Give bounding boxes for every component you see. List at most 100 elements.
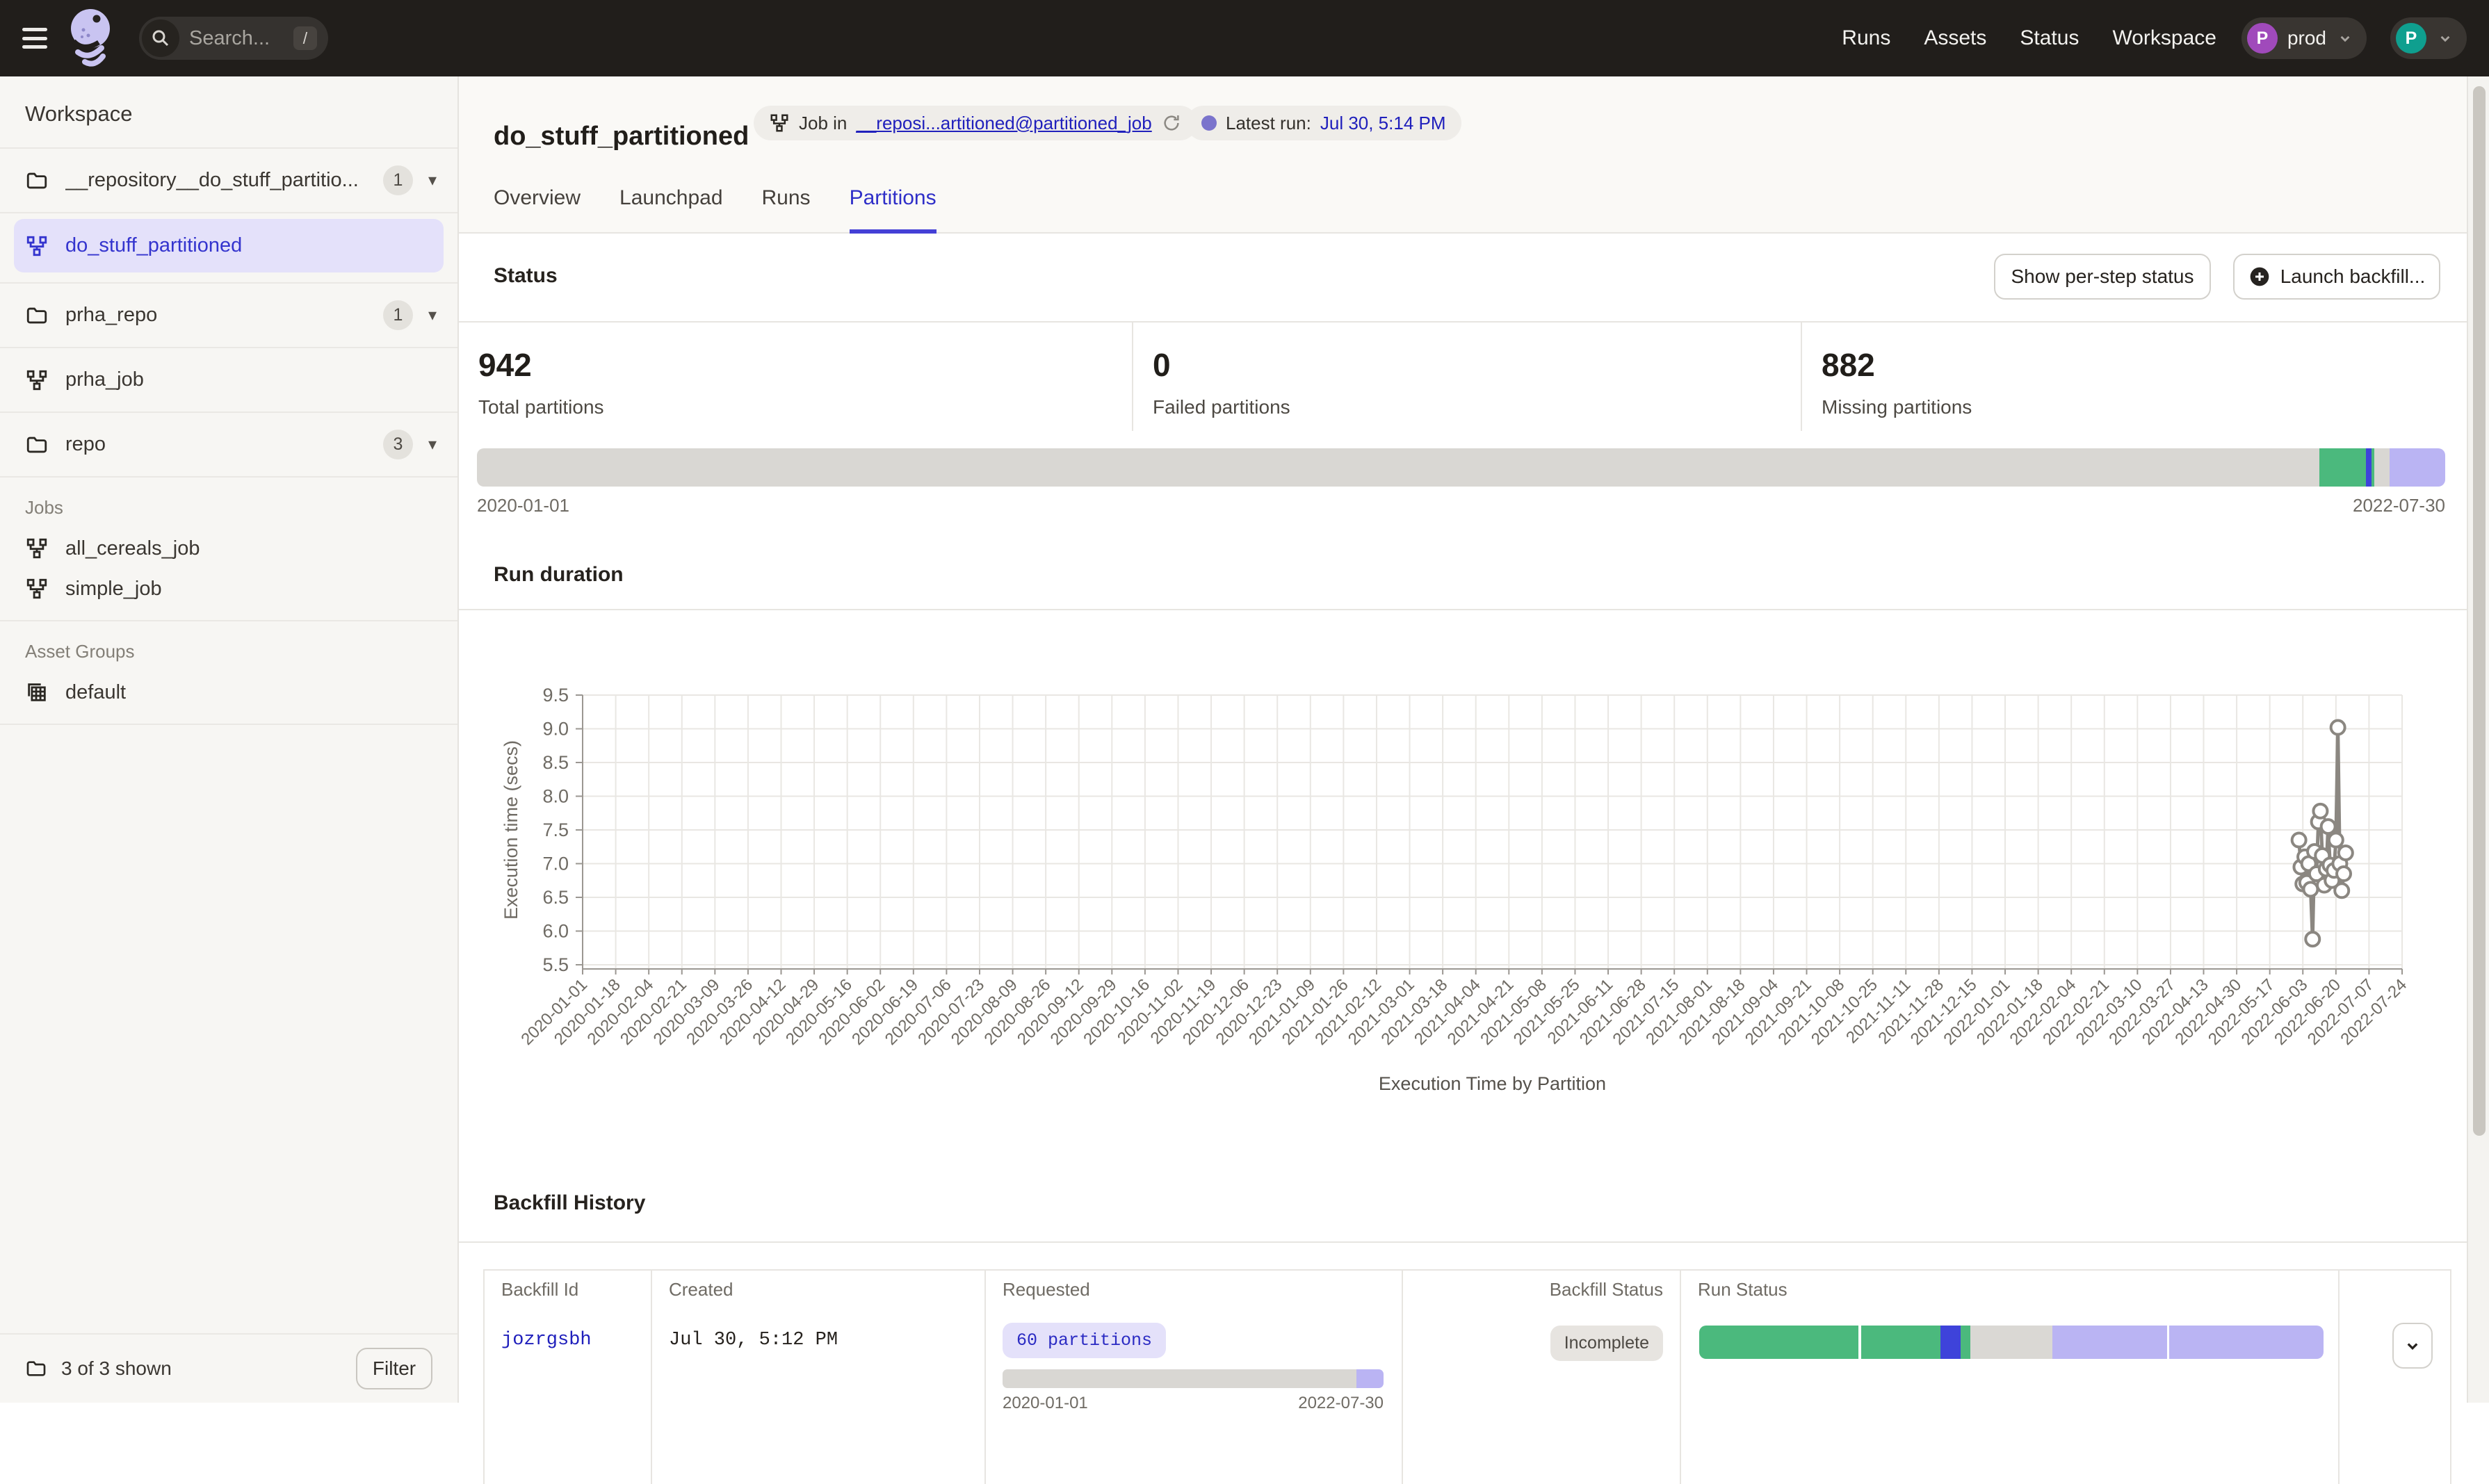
tab-runs[interactable]: Runs xyxy=(762,182,811,234)
sidebar-item-default[interactable]: default xyxy=(0,672,457,712)
user-avatar: P xyxy=(2396,23,2426,54)
run-duration-chart: 9.59.08.58.07.57.06.56.05.52020-01-01202… xyxy=(459,610,2467,1166)
data-point-marker[interactable] xyxy=(2305,932,2319,946)
backfill-id-link[interactable]: jozrgsbh xyxy=(501,1330,592,1351)
sidebar-item-label: prha_job xyxy=(65,368,437,391)
y-tick-label: 6.5 xyxy=(542,887,569,908)
bar-segment xyxy=(2374,448,2390,487)
expander-caret-icon[interactable]: ▾ xyxy=(428,434,437,455)
sidebar-item-simple-job[interactable]: simple_job xyxy=(0,569,457,609)
asset-group-icon xyxy=(25,680,49,704)
partition-stats: 942Total partitions0Failed partitions882… xyxy=(459,321,2467,431)
column-header-backfill-status: Backfill Status xyxy=(1402,1271,1680,1310)
nav-link-assets[interactable]: Assets xyxy=(1924,26,1986,50)
section-label: Jobs xyxy=(0,478,457,528)
data-point-marker[interactable] xyxy=(2335,883,2349,897)
sidebar-item-label: all_cereals_job xyxy=(65,537,432,560)
cell-run-status xyxy=(1680,1310,2338,1484)
sidebar-title: Workspace xyxy=(0,76,457,149)
requested-partitions-badge[interactable]: 60 partitions xyxy=(1003,1323,1166,1358)
column-header-created: Created xyxy=(651,1271,984,1310)
data-point-marker[interactable] xyxy=(2321,820,2335,833)
y-axis-title: Execution time (secs) xyxy=(501,740,521,920)
tab-partitions[interactable]: Partitions xyxy=(850,182,937,234)
job-origin-link[interactable]: __reposi...artitioned@partitioned_job xyxy=(856,113,1151,134)
sidebar-item-all-cereals-job[interactable]: all_cereals_job xyxy=(0,528,457,569)
bar-segment xyxy=(1003,1369,1356,1388)
bar-segment xyxy=(477,448,2319,487)
y-tick-label: 6.0 xyxy=(542,921,569,942)
sidebar-item-prha-repo[interactable]: prha_repo1▾ xyxy=(0,284,457,347)
chevron-down-icon xyxy=(2336,29,2354,47)
stat-label: Total partitions xyxy=(478,396,1132,418)
bar-segment xyxy=(2169,1326,2324,1359)
search-input[interactable]: Search... / xyxy=(139,17,328,60)
filter-button[interactable]: Filter xyxy=(356,1348,432,1389)
data-point-marker[interactable] xyxy=(2303,882,2317,896)
item-count-badge: 3 xyxy=(383,430,413,459)
data-point-marker[interactable] xyxy=(2339,846,2353,860)
deployment-switcher[interactable]: P prod xyxy=(2241,17,2367,59)
expander-caret-icon[interactable]: ▾ xyxy=(428,170,437,190)
sidebar-item-label: do_stuff_partitioned xyxy=(65,234,432,257)
main-content: do_stuff_partitioned Job in __reposi...a… xyxy=(459,76,2467,1403)
y-tick-label: 9.0 xyxy=(542,719,569,740)
tab-launchpad[interactable]: Launchpad xyxy=(619,182,722,234)
column-header-actions xyxy=(2338,1271,2450,1310)
tab-bar: Overview Launchpad Runs Partitions xyxy=(494,182,937,234)
scrollbar-thumb[interactable] xyxy=(2473,86,2486,1136)
requested-progress-bar xyxy=(1003,1369,1384,1388)
expand-row-button[interactable] xyxy=(2392,1323,2433,1369)
folder-icon xyxy=(25,433,49,457)
nav-links: Runs Assets Status Workspace xyxy=(1842,26,2216,50)
run-status-bar[interactable] xyxy=(1699,1326,2324,1359)
stat-value: 942 xyxy=(478,349,1132,381)
launch-backfill-button[interactable]: Launch backfill... xyxy=(2233,254,2440,300)
data-point-marker[interactable] xyxy=(2337,867,2351,881)
job-icon xyxy=(25,537,49,560)
data-point-marker[interactable] xyxy=(2329,833,2343,847)
cell-expand xyxy=(2338,1310,2450,1484)
y-tick-label: 5.5 xyxy=(542,954,569,975)
y-tick-label: 7.0 xyxy=(542,854,569,874)
sidebar-item-prha-job[interactable]: prha_job xyxy=(0,348,457,411)
column-header-requested: Requested xyxy=(984,1271,1402,1310)
show-per-step-status-button[interactable]: Show per-step status xyxy=(1994,254,2211,300)
nav-link-status[interactable]: Status xyxy=(2020,26,2079,50)
expander-caret-icon[interactable]: ▾ xyxy=(428,305,437,325)
folder-icon xyxy=(25,304,49,327)
data-point-marker[interactable] xyxy=(2313,804,2327,818)
sidebar-item-repo[interactable]: repo3▾ xyxy=(0,413,457,476)
data-point-marker[interactable] xyxy=(2331,721,2345,735)
tab-overview[interactable]: Overview xyxy=(494,182,581,234)
bar-segment xyxy=(2390,448,2445,487)
menu-icon[interactable] xyxy=(22,28,47,49)
workspace-sidebar: Workspace __repository__do_stuff_partiti… xyxy=(0,76,459,1403)
job-icon xyxy=(769,113,790,133)
data-point-marker[interactable] xyxy=(2292,833,2306,847)
table-header-row: Backfill IdCreatedRequestedBackfill Stat… xyxy=(485,1271,2450,1310)
sidebar-item-do-stuff-partitioned[interactable]: do_stuff_partitioned xyxy=(14,219,444,272)
page-scrollbar[interactable] xyxy=(2467,76,2489,1403)
latest-run-badge: Latest run: Jul 30, 5:14 PM xyxy=(1186,106,1461,140)
nav-link-runs[interactable]: Runs xyxy=(1842,26,1890,50)
nav-link-workspace[interactable]: Workspace xyxy=(2112,26,2216,50)
stat-missing-partitions: 882Missing partitions xyxy=(1801,323,2467,431)
user-menu[interactable]: P xyxy=(2390,17,2467,59)
backfill-button-label: Launch backfill... xyxy=(2280,266,2426,288)
plus-circle-icon xyxy=(2248,266,2271,288)
run-duration-title: Run duration xyxy=(494,563,624,587)
latest-run-link[interactable]: Jul 30, 5:14 PM xyxy=(1320,113,1446,134)
column-header-run-status: Run Status xyxy=(1680,1271,2338,1310)
job-icon xyxy=(25,577,49,601)
dagster-logo-icon[interactable] xyxy=(65,5,118,72)
sidebar-item--repository-do-stuff-partitio-[interactable]: __repository__do_stuff_partitio...1▾ xyxy=(0,149,457,212)
page-title: do_stuff_partitioned xyxy=(494,122,749,152)
bar-segment xyxy=(2052,1326,2166,1359)
item-count-badge: 1 xyxy=(383,300,413,330)
refresh-icon[interactable] xyxy=(1161,113,1182,133)
requested-end-date: 2022-07-30 xyxy=(1298,1394,1384,1413)
column-header-backfill-id: Backfill Id xyxy=(485,1271,651,1310)
partition-status-bar[interactable] xyxy=(477,448,2445,487)
requested-bar-labels: 2020-01-012022-07-30 xyxy=(1003,1394,1384,1413)
